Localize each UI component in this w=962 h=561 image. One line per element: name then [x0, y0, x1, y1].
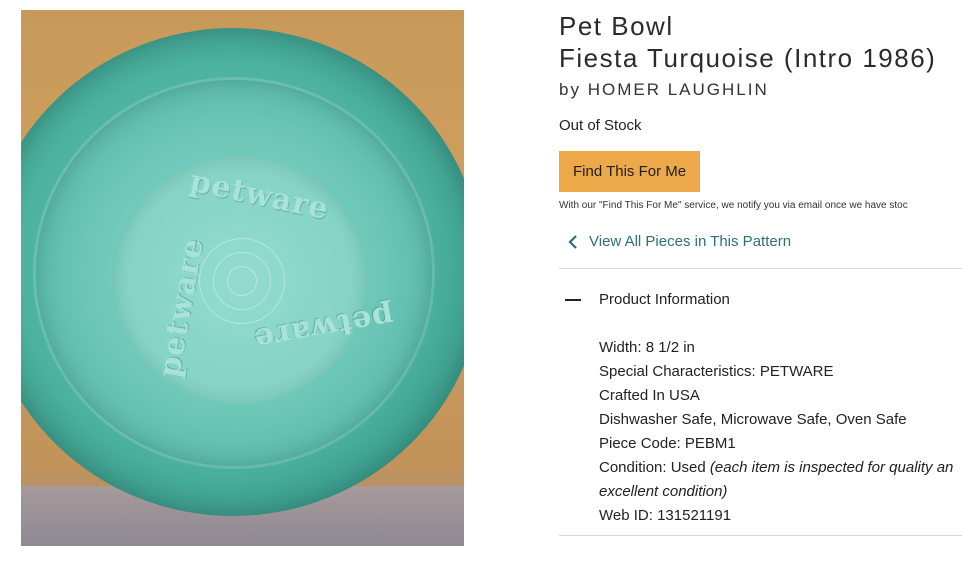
spec-value: 131521191	[657, 507, 732, 524]
product-title-line1: Pet Bowl	[559, 11, 674, 41]
chevron-left-icon	[568, 234, 577, 249]
list-item: Piece Code: PEBM1	[599, 432, 962, 456]
list-item: Dishwasher Safe, Microwave Safe, Oven Sa…	[599, 408, 962, 432]
spec-list: Width: 8 1/2 in Special Characteristics:…	[559, 336, 962, 528]
spec-label: Condition:	[599, 459, 667, 476]
spec-value: PEBM1	[684, 435, 736, 452]
product-title: Pet Bowl Fiesta Turquoise (Intro 1986)	[559, 10, 962, 74]
product-title-line2: Fiesta Turquoise (Intro 1986)	[559, 43, 937, 73]
product-page: petware petware petware Pet Bowl Fiesta …	[0, 0, 962, 561]
spec-value: PETWARE	[759, 363, 834, 380]
spec-label: Special Characteristics:	[599, 363, 756, 380]
spec-label: Dishwasher Safe, Microwave Safe, Oven Sa…	[599, 411, 907, 428]
find-service-notice: With our "Find This For Me" service, we …	[559, 200, 908, 211]
product-photo[interactable]: petware petware petware	[21, 10, 464, 546]
section-title: Product Information	[599, 291, 730, 308]
bowl-ring	[227, 266, 257, 296]
divider	[559, 535, 962, 536]
list-item: Condition: Used (each item is inspected …	[599, 456, 962, 504]
find-this-for-me-button[interactable]: Find This For Me	[559, 151, 701, 192]
view-all-pieces-link[interactable]: View All Pieces in This Pattern	[559, 233, 962, 250]
stock-status: Out of Stock	[559, 117, 642, 134]
list-item: Special Characteristics: PETWARE	[599, 360, 962, 384]
brand-name[interactable]: HOMER LAUGHLIN	[588, 80, 769, 99]
list-item: Width: 8 1/2 in	[599, 336, 962, 360]
spec-value: 8 1/2 in	[645, 339, 695, 356]
spec-label: Web ID:	[599, 507, 653, 524]
spec-label: Piece Code:	[599, 435, 681, 452]
brand-prefix: by	[559, 80, 581, 99]
collapse-icon	[565, 298, 581, 301]
view-all-label: View All Pieces in This Pattern	[589, 233, 792, 250]
divider	[559, 268, 962, 269]
product-information-toggle[interactable]: Product Information	[559, 291, 962, 308]
spec-label: Width:	[599, 339, 642, 356]
list-item: Crafted In USA	[599, 384, 962, 408]
spec-value: Used	[670, 459, 706, 476]
product-info: Pet Bowl Fiesta Turquoise (Intro 1986) b…	[559, 10, 962, 536]
product-brand: by HOMER LAUGHLIN	[559, 80, 962, 100]
spec-label: Crafted In USA	[599, 387, 700, 404]
list-item: Web ID: 131521191	[599, 504, 962, 528]
